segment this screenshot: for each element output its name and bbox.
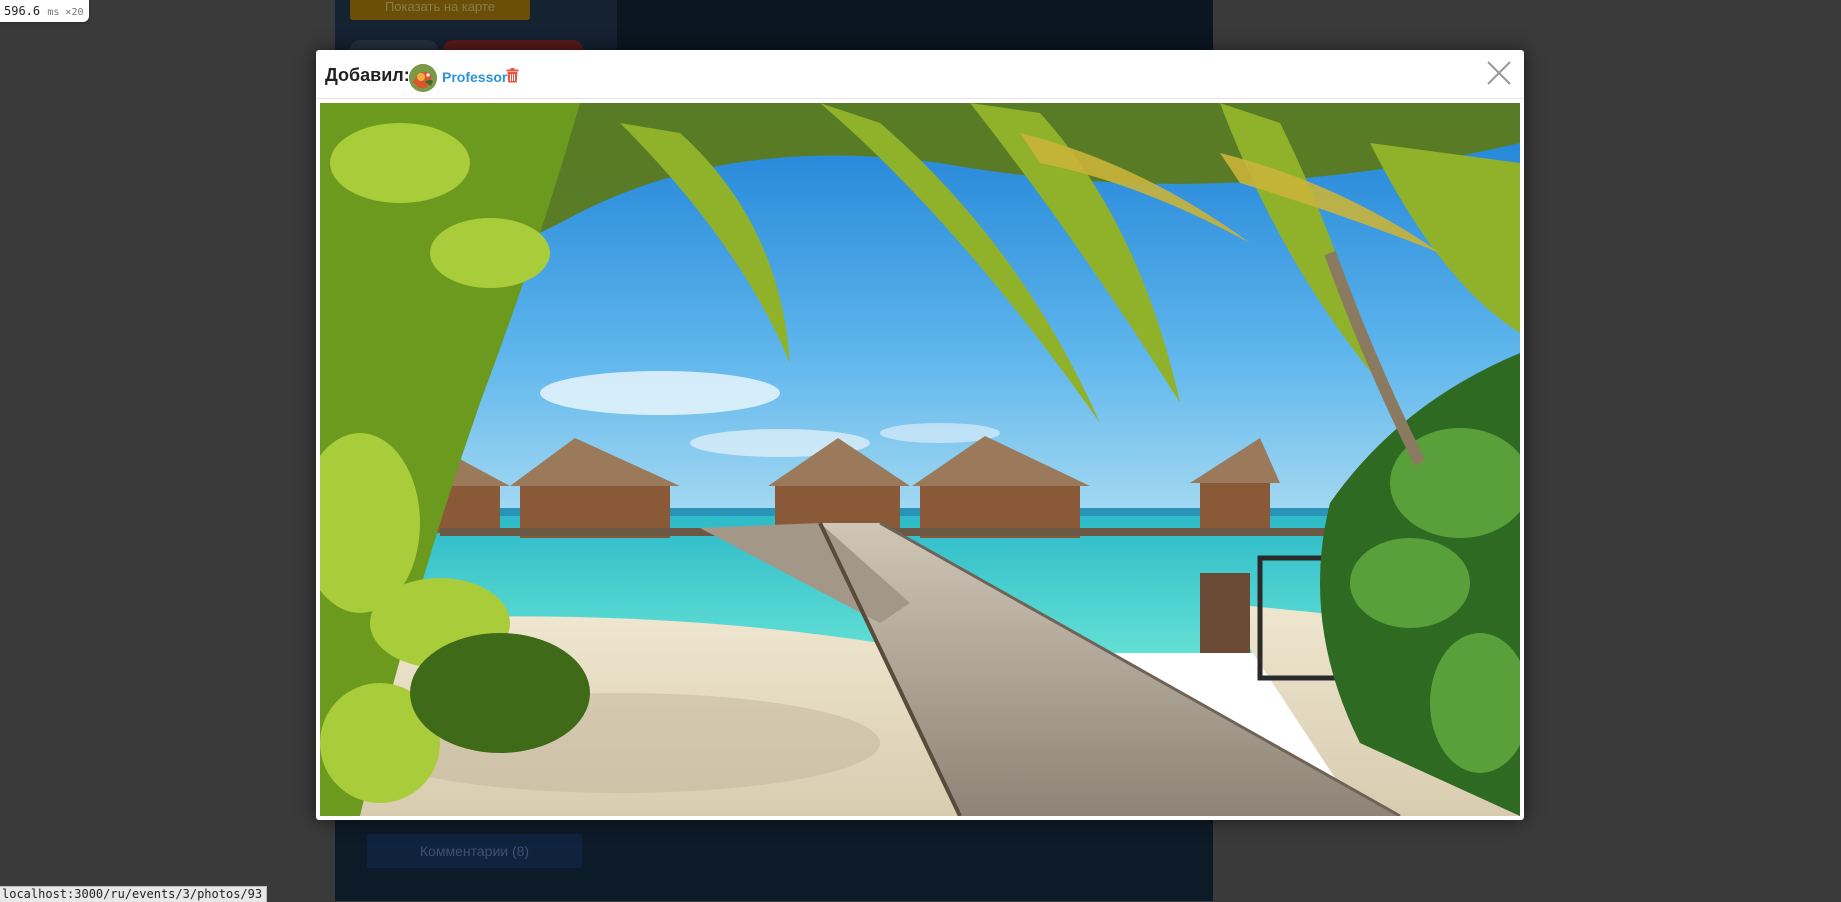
render-timer: 596.6 ms ×20 <box>0 0 90 22</box>
modal-header: Добавил: Professor <box>316 50 1524 99</box>
user-profile-link[interactable]: Professor <box>442 69 507 85</box>
status-bar-url: localhost:3000/ru/events/3/photos/93 <box>0 886 268 902</box>
close-icon[interactable] <box>1486 60 1512 86</box>
comments-tab: Комментарии (8) <box>367 834 582 868</box>
trash-icon[interactable] <box>506 68 519 83</box>
timer-value: 596.6 <box>4 4 41 18</box>
added-by-label: Добавил: <box>325 65 410 85</box>
show-on-map-button: Показать на карте <box>350 0 530 20</box>
photo-modal: Добавил: Professor <box>316 50 1524 820</box>
event-photo <box>320 103 1520 816</box>
timer-unit: ms ×20 <box>47 7 84 18</box>
avatar[interactable] <box>409 64 437 92</box>
